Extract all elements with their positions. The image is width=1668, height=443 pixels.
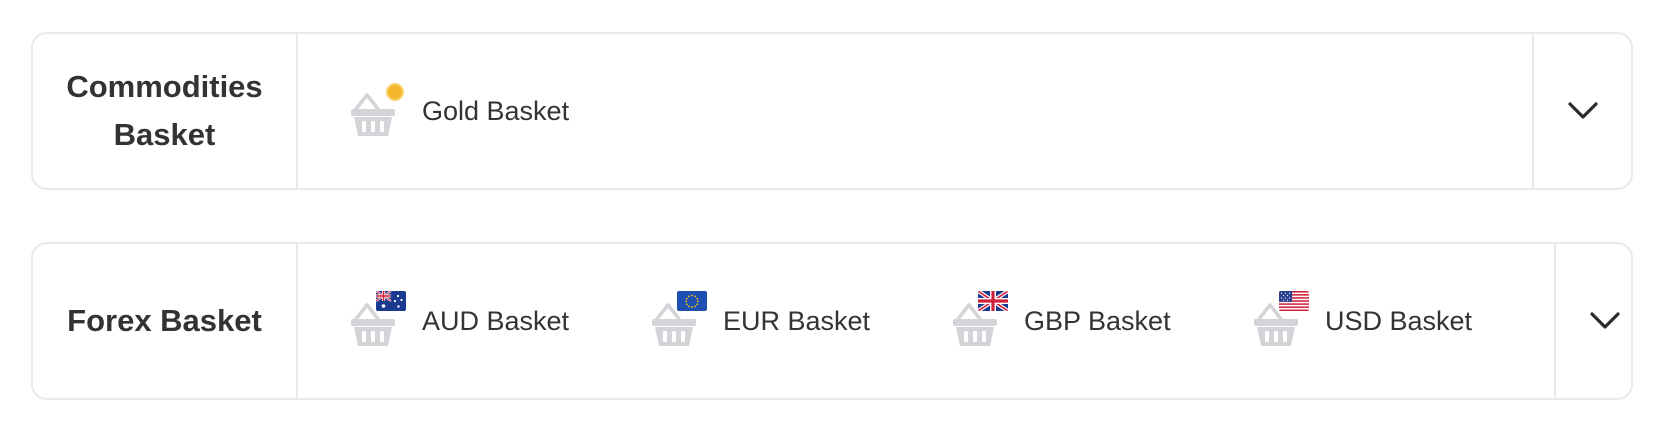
aud-basket-item[interactable]: AUD Basket: [350, 291, 651, 349]
chevron-down-icon: [1567, 102, 1598, 119]
gold-basket-item[interactable]: Gold Basket: [350, 83, 651, 139]
gold-basket-icon: [350, 83, 406, 139]
usd-basket-label: USD Basket: [1325, 305, 1473, 336]
commodities-basket-items: Gold Basket: [298, 34, 1532, 188]
usd-basket-icon: [1253, 291, 1309, 349]
gold-basket-label: Gold Basket: [422, 95, 570, 126]
eur-basket-icon: [651, 291, 707, 349]
us-flag-icon: [1279, 291, 1309, 311]
australia-flag-icon: [376, 291, 406, 311]
chevron-down-icon: [1589, 312, 1620, 329]
eu-flag-icon: [677, 291, 707, 311]
commodities-basket-card: Commodities Basket Gold Basket: [31, 32, 1633, 190]
eur-basket-label: EUR Basket: [723, 305, 871, 336]
commodities-basket-title: Commodities Basket: [33, 34, 298, 188]
forex-basket-title: Forex Basket: [33, 244, 298, 398]
aud-basket-icon: [350, 291, 406, 349]
commodities-expand-button[interactable]: [1532, 34, 1631, 188]
forex-basket-items: AUD Basket EUR Basket GBP Basket USD Bas…: [298, 244, 1554, 398]
forex-expand-button[interactable]: [1554, 244, 1631, 398]
usd-basket-item[interactable]: USD Basket: [1253, 291, 1554, 349]
eur-basket-item[interactable]: EUR Basket: [651, 291, 952, 349]
aud-basket-label: AUD Basket: [422, 305, 570, 336]
forex-basket-card: Forex Basket AUD Basket EUR Basket GBP B…: [31, 242, 1633, 400]
uk-flag-icon: [978, 291, 1008, 311]
gold-coin-icon: [386, 83, 404, 101]
gbp-basket-item[interactable]: GBP Basket: [952, 291, 1253, 349]
gbp-basket-label: GBP Basket: [1024, 305, 1171, 336]
gbp-basket-icon: [952, 291, 1008, 349]
